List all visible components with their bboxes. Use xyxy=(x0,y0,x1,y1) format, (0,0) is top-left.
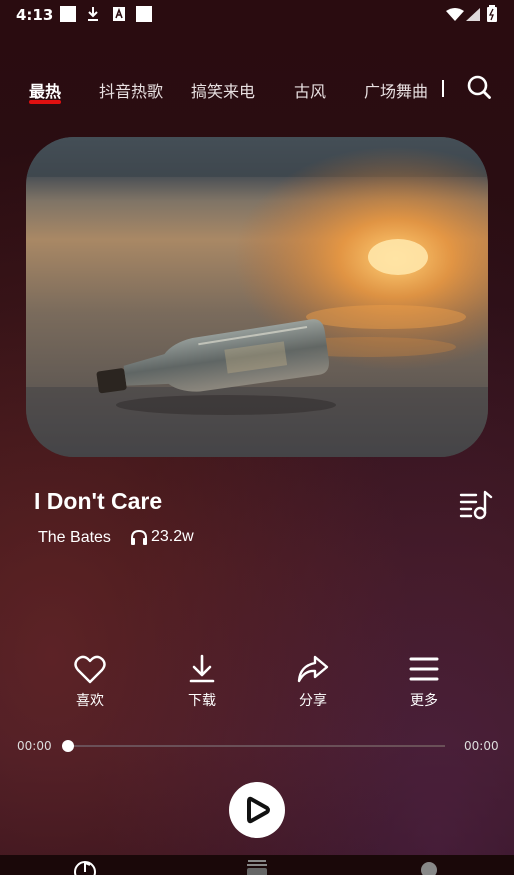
tab-douyin-hits[interactable]: 抖音热歌 xyxy=(99,78,163,102)
headphones-icon xyxy=(131,529,147,545)
playlist-icon[interactable] xyxy=(459,488,493,522)
download-button[interactable]: 下载 xyxy=(172,654,232,710)
status-time: 4:13 xyxy=(16,6,54,24)
progress-thumb[interactable] xyxy=(62,740,74,752)
more-label: 更多 xyxy=(410,693,438,709)
share-label: 分享 xyxy=(299,693,327,709)
play-icon xyxy=(247,796,270,824)
menu-icon xyxy=(409,657,439,681)
download-icon xyxy=(189,654,215,683)
more-button[interactable]: 更多 xyxy=(394,654,454,710)
album-cover-image xyxy=(26,137,488,457)
like-label: 喜欢 xyxy=(76,693,104,709)
current-time: 00:00 xyxy=(17,739,52,753)
progress-bar: 00:00 00:00 xyxy=(0,736,514,756)
notification-square-icon xyxy=(60,6,76,22)
song-artist: The Bates xyxy=(38,529,111,546)
status-bar: 4:13 xyxy=(0,0,514,30)
progress-track[interactable] xyxy=(68,745,445,747)
total-time: 00:00 xyxy=(464,739,499,753)
song-title: I Don't Care xyxy=(34,488,163,514)
tab-separator xyxy=(442,80,444,97)
heart-icon xyxy=(74,655,106,684)
tab-ancient-style[interactable]: 古风 xyxy=(294,78,326,102)
play-button[interactable] xyxy=(229,782,285,838)
music-tab-icon[interactable] xyxy=(72,859,98,875)
category-tabs: 最热 抖音热歌 搞笑来电 古风 广场舞曲 xyxy=(0,74,514,108)
notification-square-icon-2 xyxy=(136,6,152,22)
album-cover xyxy=(26,137,488,457)
profile-tab-icon[interactable] xyxy=(420,861,438,875)
share-icon xyxy=(297,655,329,683)
tab-hottest[interactable]: 最热 xyxy=(29,78,61,102)
wifi-icon xyxy=(446,8,464,21)
app-notification-icon xyxy=(113,7,125,21)
download-notification-icon xyxy=(88,7,98,21)
share-button[interactable]: 分享 xyxy=(283,654,343,710)
search-icon[interactable] xyxy=(466,74,492,100)
tab-square-dance[interactable]: 广场舞曲 xyxy=(364,78,428,102)
action-bar: 喜欢 下载 分享 更多 xyxy=(0,654,514,714)
play-count: 23.2w xyxy=(130,528,194,546)
bottom-nav xyxy=(0,855,514,875)
like-button[interactable]: 喜欢 xyxy=(60,654,120,710)
download-label: 下载 xyxy=(188,693,216,709)
active-tab-indicator xyxy=(29,100,61,104)
cellular-signal-icon xyxy=(466,8,480,21)
play-count-value: 23.2w xyxy=(151,528,194,545)
tab-funny-ringtones[interactable]: 搞笑来电 xyxy=(191,78,255,102)
battery-icon xyxy=(487,5,497,22)
library-tab-icon[interactable] xyxy=(245,859,269,875)
